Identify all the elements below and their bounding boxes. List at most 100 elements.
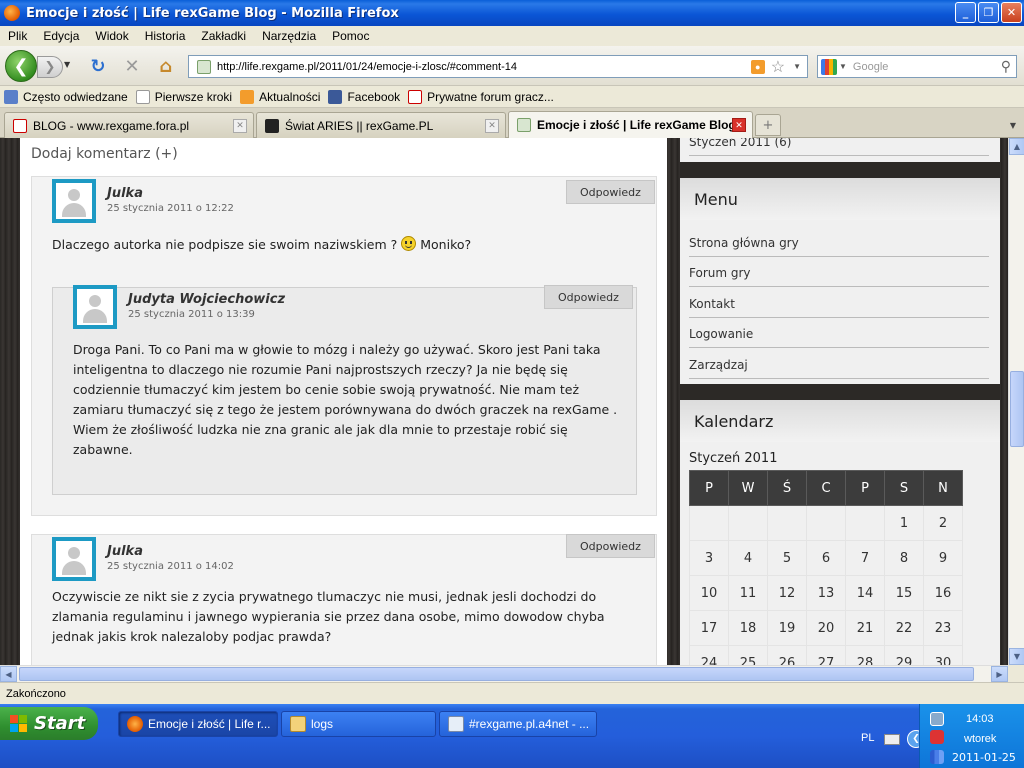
comment-line: Oczywiscie ze nikt sie z zycia prywatneg…: [52, 589, 597, 604]
bookmark-private-forum[interactable]: Prywatne forum gracz...: [408, 89, 554, 104]
tab-emocje-active[interactable]: Emocje i złość | Life rexGame Blog ✕: [508, 111, 753, 138]
forward-button[interactable]: ❯: [37, 56, 63, 78]
scroll-left-icon[interactable]: ◀: [0, 666, 17, 682]
security-shield-icon[interactable]: [930, 730, 944, 744]
archive-link[interactable]: Styczeń 2011 (6): [689, 138, 791, 149]
start-button[interactable]: Start: [0, 707, 98, 740]
maximize-button[interactable]: ❐: [978, 2, 999, 23]
tab-close-icon[interactable]: ✕: [485, 118, 499, 133]
calendar-weekday: S: [884, 470, 924, 506]
avatar: [52, 179, 96, 223]
tab-swiat-aries[interactable]: Świat ARIES || rexGame.PL ✕: [256, 112, 506, 138]
sidebar: Styczeń 2011 (6) Menu Strona główna gry …: [680, 138, 1000, 665]
calendar-day: 15: [884, 575, 924, 611]
calendar-day: 30: [923, 645, 963, 665]
sidebar-link-contact[interactable]: Kontakt: [689, 297, 735, 311]
menu-pomoc[interactable]: Pomoc: [324, 29, 377, 43]
bookmark-news[interactable]: Aktualności: [240, 89, 320, 104]
scroll-up-icon[interactable]: ▲: [1009, 138, 1024, 155]
comment-date[interactable]: 25 stycznia 2011 o 14:02: [107, 561, 234, 572]
comment-author[interactable]: Judyta Wojciechowicz: [128, 292, 285, 307]
scroll-right-icon[interactable]: ▶: [991, 666, 1008, 682]
tab-close-icon[interactable]: ✕: [732, 118, 746, 132]
search-bar[interactable]: ▼ Google ⚲: [817, 55, 1017, 78]
firefox-icon[interactable]: [4, 5, 20, 21]
taskbar-item-logs[interactable]: logs: [281, 711, 436, 737]
tab-list-dropdown-icon[interactable]: ▼: [1004, 116, 1022, 134]
rss-icon[interactable]: ●: [750, 59, 765, 74]
sidebar-link-login[interactable]: Logowanie: [689, 327, 753, 341]
history-dropdown-icon[interactable]: ▼: [64, 60, 70, 69]
new-tab-button[interactable]: +: [755, 114, 781, 136]
comment-line: inteligentna to dlaczego nie rozumie Pan…: [73, 362, 568, 377]
arrow-left-icon: ❮: [13, 55, 29, 77]
taskbar-item-irc[interactable]: #rexgame.pl.a4net - ...: [439, 711, 597, 737]
add-comment-link[interactable]: Dodaj komentarz (+): [31, 146, 178, 162]
network-icon[interactable]: [930, 712, 944, 726]
sidebar-link-manage[interactable]: Zarządzaj: [689, 358, 748, 372]
tab-label: Świat ARIES || rexGame.PL: [285, 118, 434, 133]
close-button[interactable]: ✕: [1001, 2, 1022, 23]
calendar-day: 23: [923, 610, 963, 646]
menu-zakladki[interactable]: Zakładki: [193, 29, 254, 43]
bookmark-star-icon[interactable]: ☆: [771, 57, 785, 77]
clock-time[interactable]: 14:03: [966, 713, 994, 725]
bookmarks-toolbar: Często odwiedzane Pierwsze kroki Aktualn…: [0, 86, 1024, 108]
reply-button[interactable]: Odpowiedz: [566, 180, 655, 204]
taskbar-item-firefox[interactable]: Emocje i złość | Life r...: [118, 711, 278, 737]
bookmark-most-visited[interactable]: Często odwiedzane: [4, 89, 128, 104]
sidebar-gap: [680, 162, 1000, 178]
menu-plik[interactable]: Plik: [0, 29, 35, 43]
calendar-day: 3: [689, 540, 729, 576]
search-engine-dropdown-icon[interactable]: ▼: [839, 62, 847, 71]
horizontal-scroll-thumb[interactable]: [19, 667, 974, 681]
sidebar-link-home[interactable]: Strona główna gry: [689, 236, 799, 250]
menu-widok[interactable]: Widok: [87, 29, 136, 43]
calendar-weekday: C: [806, 470, 846, 506]
reply-button[interactable]: Odpowiedz: [544, 285, 633, 309]
calendar-day: 16: [923, 575, 963, 611]
url-bar[interactable]: http://life.rexgame.pl/2011/01/24/emocje…: [188, 55, 808, 78]
comment-date[interactable]: 25 stycznia 2011 o 12:22: [107, 203, 234, 214]
search-input[interactable]: Google: [853, 61, 1001, 73]
comment-text: Dlaczego autorka nie podpisze sie swoim …: [52, 235, 471, 255]
vertical-scrollbar[interactable]: ▲ ▼: [1008, 138, 1024, 665]
back-button[interactable]: ❮: [5, 50, 37, 82]
comment-author[interactable]: Julka: [107, 544, 143, 559]
calendar-day: 27: [806, 645, 846, 665]
signal-bars-icon[interactable]: [930, 750, 944, 764]
bookmark-first-steps[interactable]: Pierwsze kroki: [135, 89, 232, 104]
keyboard-icon[interactable]: [884, 734, 900, 745]
calendar-day: 9: [923, 540, 963, 576]
url-text[interactable]: http://life.rexgame.pl/2011/01/24/emocje…: [217, 61, 751, 73]
taskbar-item-label: Emocje i złość | Life r...: [148, 717, 271, 731]
sidebar-link-forum[interactable]: Forum gry: [689, 266, 751, 280]
minimize-button[interactable]: _: [955, 2, 976, 23]
menu-historia[interactable]: Historia: [137, 29, 194, 43]
clock-date: 2011-01-25: [952, 751, 1016, 764]
home-icon[interactable]: ⌂: [155, 55, 177, 77]
horizontal-scrollbar[interactable]: ◀ ▶: [0, 665, 1008, 682]
bookmark-facebook[interactable]: Facebook: [328, 89, 400, 104]
comment-author[interactable]: Julka: [107, 186, 143, 201]
plus-icon: +: [762, 117, 774, 133]
document-icon: [448, 716, 464, 732]
stop-icon[interactable]: ✕: [121, 55, 143, 77]
tab-blog-fora[interactable]: BLOG - www.rexgame.fora.pl ✕: [4, 112, 254, 138]
menu-narzedzia[interactable]: Narzędzia: [254, 29, 324, 43]
reply-button[interactable]: Odpowiedz: [566, 534, 655, 558]
scroll-down-icon[interactable]: ▼: [1009, 648, 1024, 665]
calendar-weekday: P: [689, 470, 729, 506]
google-icon[interactable]: [821, 58, 837, 75]
language-indicator[interactable]: PL: [861, 732, 874, 744]
reload-icon[interactable]: ↻: [87, 55, 109, 77]
calendar-day: 26: [767, 645, 807, 665]
calendar-body: 1 2 3 4 5 6 7 8 9 10 11 12 13 14 15 16 17 18 19 20 21 22 23 24 2…: [689, 505, 963, 665]
comment-date[interactable]: 25 stycznia 2011 o 13:39: [128, 309, 255, 320]
url-dropdown-icon[interactable]: ▼: [793, 62, 801, 71]
vertical-scroll-thumb[interactable]: [1010, 371, 1024, 447]
comment-line: zabawne.: [73, 442, 133, 457]
menu-edycja[interactable]: Edycja: [35, 29, 87, 43]
tab-close-icon[interactable]: ✕: [233, 118, 247, 133]
magnifier-icon[interactable]: ⚲: [1001, 58, 1011, 75]
